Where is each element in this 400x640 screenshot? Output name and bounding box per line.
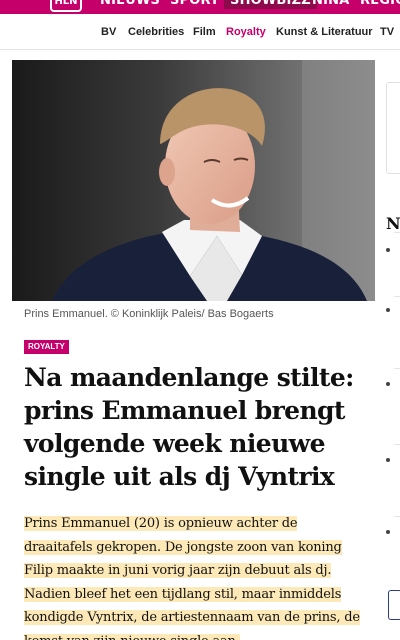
list-bullet xyxy=(386,308,390,312)
sidebar-title: No xyxy=(386,214,400,233)
list-bullet xyxy=(386,458,390,462)
sidebar-widget xyxy=(386,82,400,174)
subnav-item-celebrities[interactable]: Celebrities xyxy=(128,26,184,38)
nav-item-nieuws[interactable]: NIEUWS xyxy=(100,0,160,9)
nav-item-nina[interactable]: NINA xyxy=(312,0,349,9)
list-bullet xyxy=(386,530,390,534)
list-bullet xyxy=(386,382,390,386)
list-divider xyxy=(394,368,400,369)
portrait-illustration xyxy=(12,60,375,301)
list-divider xyxy=(394,296,400,297)
sub-navigation: BV Celebrities Film Royalty Kunst & Lite… xyxy=(0,14,400,50)
sidebar-button[interactable] xyxy=(388,590,400,620)
image-caption: Prins Emmanuel. © Koninklijk Paleis/ Bas… xyxy=(24,308,274,320)
nav-item-regio[interactable]: REGIO xyxy=(360,0,400,9)
list-divider xyxy=(394,516,400,517)
subnav-item-film[interactable]: Film xyxy=(193,26,216,38)
subnav-item-kunst-literatuur[interactable]: Kunst & Literatuur xyxy=(276,26,373,38)
nav-item-sport[interactable]: SPORT xyxy=(170,0,219,9)
subnav-item-royalty[interactable]: Royalty xyxy=(226,26,266,38)
list-bullet xyxy=(386,248,390,252)
main-navigation: HLN NIEUWS SPORT SHOWBIZZ NINA REGIO xyxy=(0,0,400,14)
list-divider xyxy=(394,232,400,233)
subnav-item-bv[interactable]: BV xyxy=(101,26,116,38)
nav-item-showbizz[interactable]: SHOWBIZZ xyxy=(224,0,317,9)
subnav-item-tv[interactable]: TV xyxy=(380,26,394,38)
list-divider xyxy=(394,444,400,445)
article-headline: Na maandenlange stilte: prins Emmanuel b… xyxy=(24,363,354,491)
category-badge[interactable]: ROYALTY xyxy=(24,340,69,354)
article-lead: Prins Emmanuel (20) is opnieuw achter de… xyxy=(24,512,364,640)
hln-logo[interactable]: HLN xyxy=(50,0,82,12)
article-hero-image xyxy=(12,60,375,301)
logo-text: HLN xyxy=(52,0,80,10)
lead-text: Prins Emmanuel (20) is opnieuw achter de… xyxy=(24,516,360,640)
